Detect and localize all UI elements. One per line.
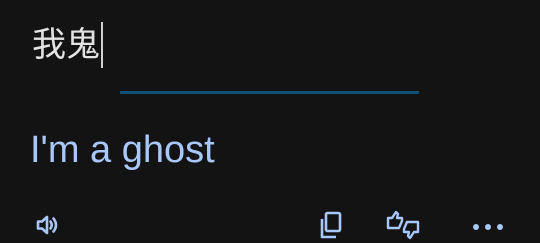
source-text[interactable]: 我鬼	[32, 20, 100, 70]
copy-icon	[317, 210, 345, 240]
focus-underline	[120, 91, 419, 94]
listen-button[interactable]	[30, 208, 64, 242]
translation-card: 我鬼 I'm a ghost	[0, 0, 540, 243]
speaker-icon	[33, 211, 61, 239]
rate-translation-button[interactable]	[386, 208, 420, 242]
more-horizontal-icon	[470, 215, 506, 235]
more-options-button[interactable]	[471, 208, 505, 242]
text-cursor	[101, 22, 103, 68]
copy-button[interactable]	[314, 208, 348, 242]
translation-text: I'm a ghost	[30, 129, 215, 171]
thumbs-up-down-icon	[385, 210, 421, 240]
source-input-row[interactable]: 我鬼	[32, 20, 103, 70]
